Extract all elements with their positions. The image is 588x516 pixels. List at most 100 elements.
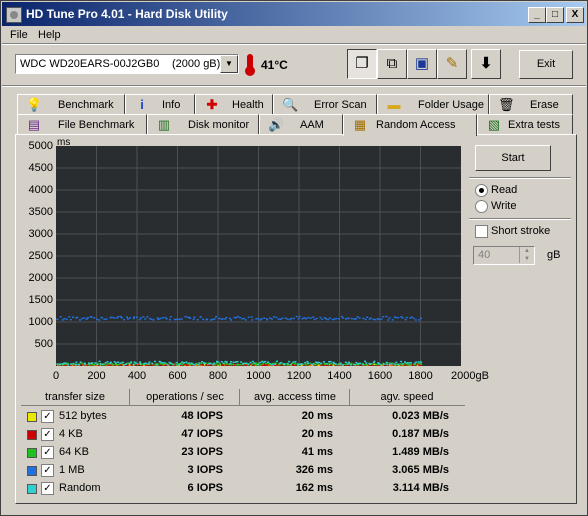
short-stroke-label: Short stroke [491, 225, 551, 237]
data-point [412, 317, 415, 320]
tab-erase[interactable]: 🗑 Erase [489, 94, 573, 114]
y-tick-label: 3500 [28, 206, 53, 218]
data-point [59, 316, 62, 318]
data-point [304, 361, 307, 364]
data-point [244, 319, 247, 321]
tab-error-scan[interactable]: 🔍 Error Scan [273, 94, 377, 114]
minimize-button[interactable]: _ [528, 7, 546, 23]
menu-help[interactable]: Help [38, 29, 61, 41]
table-header-divider [21, 405, 465, 406]
data-point [180, 318, 183, 320]
data-point [147, 363, 150, 365]
data-point [372, 318, 375, 321]
data-point [255, 318, 258, 320]
start-button[interactable]: Start [475, 145, 551, 171]
data-point [185, 361, 188, 363]
series-checkbox[interactable]: ✓ [41, 482, 54, 495]
data-point [113, 317, 116, 319]
data-point [118, 363, 121, 366]
data-point [224, 318, 227, 320]
tab-random-access[interactable]: ▦ Random Access [343, 114, 477, 136]
title-bar[interactable]: HD Tune Pro 4.01 - Hard Disk Utility _ □… [2, 2, 586, 26]
data-point [176, 318, 179, 320]
stroke-unit: gB [547, 249, 561, 261]
bulb-icon: 💡 [26, 97, 43, 112]
exit-button[interactable]: Exit [519, 50, 573, 79]
chevron-down-icon[interactable]: ▼ [220, 55, 238, 73]
download-button[interactable]: ⬇ [471, 49, 501, 79]
data-point [83, 317, 86, 319]
close-button[interactable]: X [566, 7, 584, 23]
data-point [110, 316, 113, 319]
short-stroke-checkbox[interactable] [475, 225, 488, 238]
tab-file-benchmark[interactable]: ▤ File Benchmark [17, 114, 147, 134]
read-radio[interactable] [475, 184, 488, 197]
data-point [334, 363, 337, 365]
x-tick-label: 1400 [327, 370, 352, 382]
data-point [72, 316, 74, 318]
data-point [401, 317, 404, 319]
data-point [99, 363, 102, 365]
series-checkbox[interactable]: ✓ [41, 446, 54, 459]
chevron-down-icon[interactable]: ▼ [519, 255, 534, 263]
data-point [154, 360, 156, 363]
data-point [59, 363, 62, 366]
data-point [353, 363, 355, 366]
data-point [262, 364, 265, 366]
options-button[interactable]: ✎ [437, 49, 467, 79]
copy-text-button[interactable]: ❐ [347, 49, 377, 79]
series-checkbox[interactable]: ✓ [41, 410, 54, 423]
options-separator-2 [469, 218, 571, 220]
series-checkbox[interactable]: ✓ [41, 428, 54, 441]
tab-label: AAM [300, 119, 324, 131]
data-point [255, 364, 257, 366]
col-access-time: avg. access time [241, 389, 350, 405]
write-radio[interactable] [475, 200, 488, 213]
data-point [417, 361, 420, 363]
data-point [404, 361, 406, 363]
data-point [271, 363, 273, 366]
data-point [341, 364, 344, 366]
short-stroke-stepper[interactable]: 40 ▲ ▼ [473, 246, 535, 265]
speaker-icon: 🔊 [268, 117, 285, 132]
copy-screenshot-button[interactable]: ⧉ [377, 49, 407, 79]
data-point [388, 317, 391, 319]
data-point [410, 364, 413, 366]
tab-aam[interactable]: 🔊 AAM [259, 114, 343, 134]
data-point [56, 363, 59, 365]
tab-health[interactable]: ✚ Health [195, 94, 273, 114]
data-point [385, 361, 388, 364]
data-point [150, 318, 153, 321]
chevron-up-icon[interactable]: ▲ [519, 247, 534, 255]
tab-info[interactable]: i Info [125, 94, 195, 114]
tab-folder-usage[interactable]: ▬ Folder Usage [377, 94, 489, 114]
data-point [144, 318, 147, 320]
data-point [362, 317, 365, 320]
data-point [269, 317, 271, 319]
speed-cell: 0.187 MB/s [392, 428, 449, 440]
tab-extra-tests[interactable]: ▧ Extra tests [477, 114, 573, 134]
read-label: Read [491, 184, 518, 196]
drive-select[interactable]: WDC WD20EARS-00J2GB0 (2000 gB) ▼ [15, 54, 239, 74]
data-point [81, 317, 84, 320]
data-point [292, 317, 295, 320]
data-point [319, 316, 322, 319]
data-point [93, 317, 96, 319]
maximize-button[interactable]: □ [546, 7, 564, 23]
data-point [91, 362, 94, 364]
tab-benchmark[interactable]: 💡 Benchmark [17, 94, 125, 114]
save-screenshot-button[interactable]: ▣ [407, 49, 437, 79]
data-point [292, 361, 295, 363]
series-checkbox[interactable]: ✓ [41, 464, 54, 477]
data-point [103, 318, 106, 320]
transfer-size-cell: 512 bytes [59, 410, 107, 422]
random-access-chart [56, 146, 461, 367]
data-point [397, 317, 400, 319]
data-point [229, 361, 232, 363]
tab-disk-monitor[interactable]: ▥ Disk monitor [147, 114, 259, 134]
menu-file[interactable]: File [10, 29, 28, 41]
tab-label: Erase [530, 99, 559, 111]
data-point [420, 361, 422, 363]
data-point [286, 318, 289, 320]
data-point [214, 364, 217, 366]
